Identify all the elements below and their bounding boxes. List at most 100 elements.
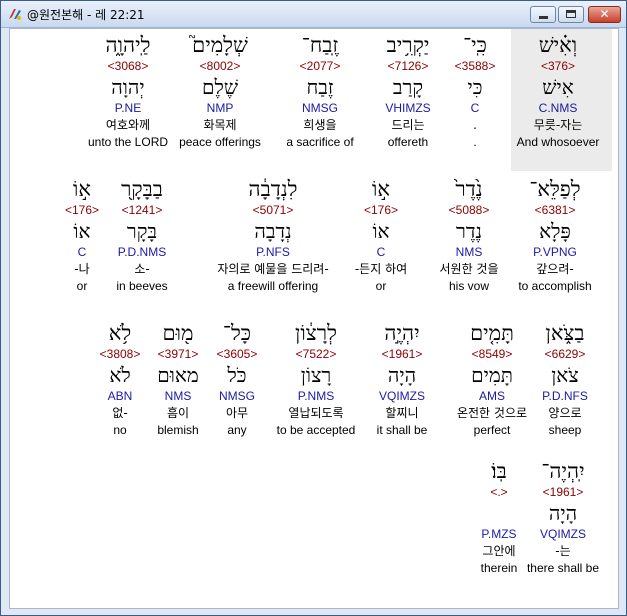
morphology-code: P.NMS: [297, 389, 335, 403]
english-gloss: perfect: [473, 423, 511, 437]
english-gloss: no: [113, 423, 127, 437]
english-gloss: therein: [480, 561, 518, 575]
strong-number: <2077>: [299, 59, 341, 73]
title-bar[interactable]: @원전본해 - 레 22:21 ✕: [1, 1, 626, 28]
strong-number: <1961>: [542, 485, 584, 499]
word-column[interactable]: לְרָצ֔וֹן <7522> רָצוֹן P.NMS 열납되도록 to be acc…: [277, 321, 356, 438]
morphology-code: C: [376, 245, 386, 259]
english-gloss: to be accepted: [276, 423, 356, 437]
word-column[interactable]: כָּל־ <3605> כֹּל NMSG 아무 any: [217, 321, 258, 438]
strong-number: <5071>: [252, 203, 294, 217]
close-icon: ✕: [599, 7, 610, 21]
word-column[interactable]: בּֽוֹ׃ <.> P.MZS 그안에 therein: [481, 459, 518, 576]
interlinear-panel[interactable]: לַֽיהוָ֑ה <3068> יְהוָה P.NE 여호와께 unto the LO…: [9, 28, 619, 609]
hebrew-lemma: בָּקָר: [126, 219, 158, 243]
english-gloss: there shall be: [526, 561, 600, 575]
hebrew-lemma: יְהוָה: [111, 75, 145, 99]
hebrew-word: יִהְיֶ֣ה: [384, 321, 420, 345]
word-column[interactable]: לֹ֥א <3808> לֹא ABN 없-no: [100, 321, 141, 438]
word-column[interactable]: תָּמִ֤ים <8549> תָּמִים AMS 온전한 것으로 perfect: [457, 321, 527, 438]
korean-gloss: 그안에: [482, 544, 516, 558]
hebrew-word: לְרָצ֔וֹן: [295, 321, 337, 345]
maximize-button[interactable]: [558, 6, 584, 23]
korean-gloss: 없-: [112, 406, 128, 420]
close-button[interactable]: ✕: [588, 6, 621, 23]
hebrew-lemma: צֹאן: [551, 363, 579, 387]
minimize-icon: [539, 16, 548, 19]
korean-gloss: .: [473, 118, 477, 132]
english-gloss: a freewill offering: [227, 279, 319, 293]
korean-gloss: 온전한 것으로: [456, 406, 528, 420]
word-column[interactable]: יַקְרִ֥יב <7126> קָרַב VHIMZS 드리는 offereth: [385, 33, 430, 150]
hebrew-word: כָּל־: [222, 321, 252, 345]
strong-number: <5088>: [448, 203, 490, 217]
morphology-code: NMSG: [219, 389, 255, 403]
english-gloss: or: [375, 279, 387, 293]
hebrew-word: כִּֽי־: [463, 33, 487, 57]
word-column[interactable]: כִּֽי־ <3588> כִּי C..: [455, 33, 496, 150]
morphology-code: P.D.NMS: [117, 245, 167, 259]
word-column[interactable]: יִֽהְיֶה־ <1961> הָיָה VQIMZS -는 there shall …: [527, 459, 599, 576]
word-column[interactable]: לַֽיהוָ֑ה <3068> יְהוָה P.NE 여호와께 unto the LO…: [88, 33, 168, 150]
morphology-code: P.NE: [114, 101, 142, 115]
morphology-code: NMP: [206, 101, 234, 115]
word-column[interactable]: א֣וֹ <176> אוֹ C -나 or: [65, 177, 99, 294]
english-gloss: unto the LORD: [87, 135, 169, 149]
morphology-code: P.NFS: [256, 245, 290, 259]
korean-gloss: 양으로: [548, 406, 582, 420]
minimize-button[interactable]: [530, 6, 556, 23]
morphology-code: VQIMZS: [378, 389, 426, 403]
english-gloss: in beeves: [116, 279, 168, 293]
korean-gloss: 무릇-자는: [533, 118, 583, 132]
english-gloss: And whosoever: [516, 135, 600, 149]
word-column[interactable]: לְפַלֵּא־ <6381> פָּלָא P.VPNG 갚으려-to accomp…: [518, 177, 591, 294]
hebrew-lemma: הָיָה: [387, 363, 417, 387]
korean-gloss: 드리는: [391, 118, 425, 132]
app-window: @원전본해 - 레 22:21 ✕ לַֽיהוָ֑ה <3068> יְהוָה P…: [0, 0, 627, 616]
morphology-code: NMSG: [301, 101, 338, 115]
word-column[interactable]: שְׁלָמִים֮ <8002> שֶׁלֶם NMP 화목제 peace offeri…: [179, 33, 261, 150]
hebrew-lemma: פָּלָא: [539, 219, 571, 243]
hebrew-word: יַקְרִ֥יב: [386, 33, 430, 57]
word-column[interactable]: לִנְדָבָ֔ה <5071> נְדָבָה P.NFS 자의로 예물을 드리려-…: [217, 177, 328, 294]
app-icon: [9, 9, 21, 20]
strong-number: <6629>: [544, 347, 586, 361]
hebrew-lemma: אִישׁ: [542, 75, 574, 99]
english-gloss: a sacrifice of: [286, 135, 354, 149]
strong-number: <8002>: [199, 59, 241, 73]
word-column[interactable]: א֣וֹ <176> אוֹ C -든지 하여 or: [355, 177, 407, 294]
hebrew-word: זֶֽבַח־: [301, 33, 339, 57]
word-column[interactable]: נֶ֙דֶר֙ <5088> נֶדֶר NMS 서원한 것을 his vow: [439, 177, 498, 294]
hebrew-word: לַֽיהוָ֑ה: [105, 33, 151, 57]
hebrew-lemma: נְדָבָה: [254, 219, 292, 243]
hebrew-word: נֶ֙דֶר֙: [455, 177, 483, 201]
morphology-code: P.MZS: [481, 527, 517, 541]
english-gloss: it shall be: [376, 423, 428, 437]
word-column[interactable]: בַבָּקָ֖ר <1241> בָּקָר P.D.NMS 소-in beeves: [116, 177, 167, 294]
word-column[interactable]: בַצֹּ֑אן <6629> צֹאן P.D.NFS 양으로 sheep: [542, 321, 588, 438]
morphology-code: VHIMZS: [385, 101, 431, 115]
word-column[interactable]: זֶֽבַח־ <2077> זֶבַח NMSG 희생을 a sacrifice of: [286, 33, 353, 150]
korean-gloss: 소-: [134, 262, 150, 276]
morphology-code: P.VPNG: [533, 245, 577, 259]
english-gloss: or: [76, 279, 88, 293]
morphology-code: VQIMZS: [539, 527, 587, 541]
strong-number: <7126>: [387, 59, 429, 73]
hebrew-lemma: שֶׁלֶם: [202, 75, 238, 99]
strong-number: <3605>: [216, 347, 258, 361]
morphology-code: AMS: [478, 389, 505, 403]
english-gloss: sheep: [548, 423, 582, 437]
strong-number: <1961>: [381, 347, 423, 361]
korean-gloss: 서원한 것을: [439, 262, 499, 276]
hebrew-lemma: הָיָה: [548, 501, 578, 525]
hebrew-lemma: אוֹ: [372, 219, 390, 243]
hebrew-lemma: מאוּם: [157, 363, 199, 387]
word-column[interactable]: מ֖וּם <3971> מאוּם NMS 흠이 blemish: [157, 321, 198, 438]
word-column[interactable]: יִהְיֶ֣ה <1961> הָיָה VQIMZS 할찌니 it shall be: [377, 321, 428, 438]
korean-gloss: -는: [555, 544, 571, 558]
english-gloss: blemish: [157, 423, 199, 437]
word-column[interactable]: וְאִ֗ישׁ <376> אִישׁ C.NMS 무릇-자는 And whosoeve…: [517, 33, 600, 150]
korean-gloss: 흠이: [166, 406, 190, 420]
hebrew-word: תָּמִ֤ים: [470, 321, 514, 345]
korean-gloss: 열납되도록: [288, 406, 344, 420]
